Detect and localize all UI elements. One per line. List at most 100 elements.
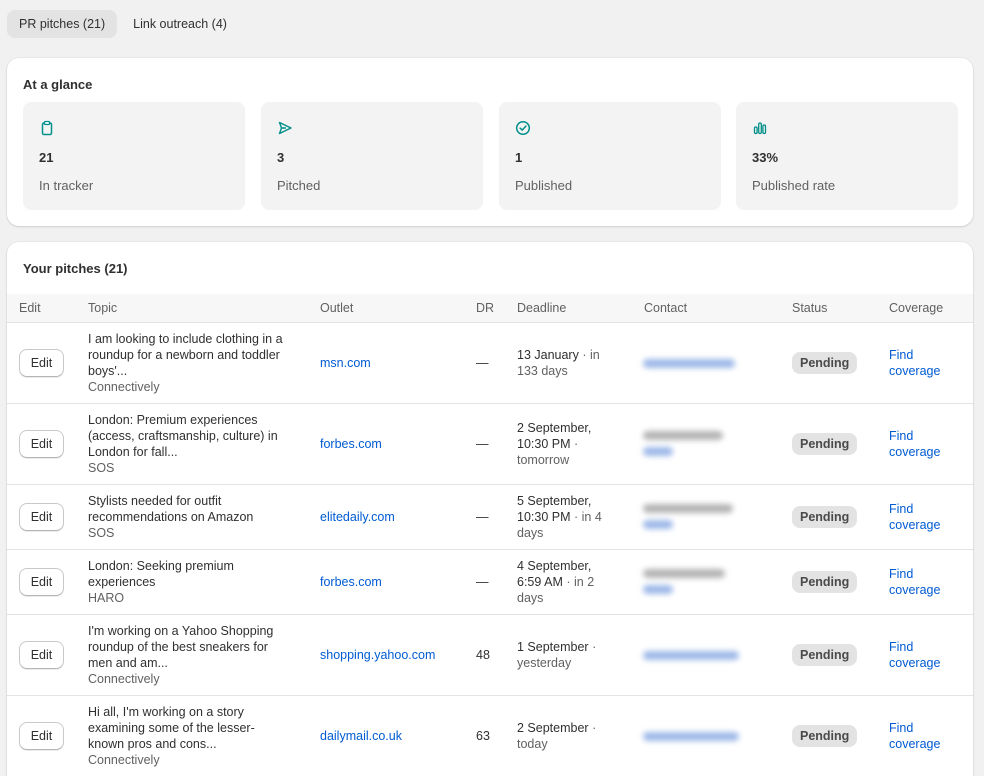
find-coverage-link[interactable]: Find coverage xyxy=(889,720,959,752)
stat-value: 21 xyxy=(39,150,54,165)
stat-in-tracker: 21 In tracker xyxy=(23,102,245,210)
topic-line: roundup of the best sneakers for xyxy=(88,640,268,654)
outlet-link[interactable]: forbes.com xyxy=(320,436,382,452)
column-header-topic: Topic xyxy=(88,301,118,315)
outlet-link[interactable]: forbes.com xyxy=(320,574,382,590)
column-header-dr: DR xyxy=(476,301,495,315)
deadline-cell: 5 September, 10:30 PM · in 4 days xyxy=(517,493,617,541)
topic-source: Connectively xyxy=(88,380,160,394)
dr-value: — xyxy=(476,437,489,451)
card-title: Your pitches (21) xyxy=(23,261,128,276)
contact-redacted xyxy=(643,504,763,536)
stat-value: 1 xyxy=(515,150,523,165)
table-row: Edit I'm working on a Yahoo Shopping rou… xyxy=(7,615,973,696)
stat-pitched: 3 Pitched xyxy=(261,102,483,210)
topic-source: SOS xyxy=(88,526,115,540)
topic-source: Connectively xyxy=(88,672,160,686)
find-coverage-link[interactable]: Find coverage xyxy=(889,501,959,533)
stat-label: In tracker xyxy=(39,178,94,193)
stat-label: Published xyxy=(515,178,573,193)
topic-source: Connectively xyxy=(88,753,160,767)
column-header-outlet: Outlet xyxy=(320,301,354,315)
status-badge: Pending xyxy=(792,725,858,747)
topic-line: roundup for a newborn and toddler xyxy=(88,348,280,362)
topic-line: Stylists needed for outfit xyxy=(88,494,222,508)
stat-value: 3 xyxy=(277,150,285,165)
table-header: Edit Topic Outlet DR Deadline Contact St… xyxy=(7,294,973,323)
dr-value: — xyxy=(476,510,489,524)
outlet-link[interactable]: shopping.yahoo.com xyxy=(320,647,435,663)
topic-line: I am looking to include clothing in a xyxy=(88,332,283,346)
topic-line: I'm working on a Yahoo Shopping xyxy=(88,624,274,638)
topic-cell: London: Seeking premium experiences HARO xyxy=(88,558,298,606)
topic-cell: Hi all, I'm working on a story examining… xyxy=(88,704,298,768)
topic-line: recommendations on Amazon xyxy=(88,510,254,524)
card-title: At a glance xyxy=(23,77,93,92)
column-header-contact: Contact xyxy=(644,301,688,315)
stat-published-rate: 33% Published rate xyxy=(736,102,958,210)
topic-line: men and am... xyxy=(88,656,168,670)
deadline-date: 1 September xyxy=(517,640,589,654)
edit-button[interactable]: Edit xyxy=(19,568,64,596)
edit-button[interactable]: Edit xyxy=(19,503,64,531)
tab-pr-pitches[interactable]: PR pitches (21) xyxy=(7,10,118,38)
tab-link-outreach[interactable]: Link outreach (4) xyxy=(121,10,239,38)
column-header-edit: Edit xyxy=(19,301,41,315)
contact-redacted xyxy=(643,569,763,601)
find-coverage-link[interactable]: Find coverage xyxy=(889,428,959,460)
send-icon xyxy=(278,121,292,135)
status-badge: Pending xyxy=(792,506,858,528)
topic-cell: London: Premium experiences (access, cra… xyxy=(88,412,298,476)
deadline-date: 2 September xyxy=(517,721,589,735)
column-header-status: Status xyxy=(792,301,828,315)
edit-button[interactable]: Edit xyxy=(19,641,64,669)
column-header-coverage: Coverage xyxy=(889,301,944,315)
dr-value: — xyxy=(476,356,489,370)
contact-redacted xyxy=(643,431,763,463)
topic-line: (access, craftsmanship, culture) in xyxy=(88,429,278,443)
stat-value: 33% xyxy=(752,150,779,165)
dr-value: — xyxy=(476,575,489,589)
check-circle-icon xyxy=(515,120,531,136)
outlet-link[interactable]: msn.com xyxy=(320,355,371,371)
column-header-deadline: Deadline xyxy=(517,301,567,315)
topic-line: London: Premium experiences xyxy=(88,413,258,427)
find-coverage-link[interactable]: Find coverage xyxy=(889,347,959,379)
table-row: Edit Stylists needed for outfit recommen… xyxy=(7,485,973,550)
outlet-link[interactable]: dailymail.co.uk xyxy=(320,728,402,744)
your-pitches-card: Your pitches (21) Edit Topic Outlet DR D… xyxy=(7,242,973,776)
status-badge: Pending xyxy=(792,644,858,666)
edit-button[interactable]: Edit xyxy=(19,722,64,750)
table-row: Edit Hi all, I'm working on a story exam… xyxy=(7,696,973,776)
edit-button[interactable]: Edit xyxy=(19,430,64,458)
deadline-date: 2 September, 10:30 PM xyxy=(517,421,592,451)
deadline-cell: 13 January · in 133 days xyxy=(517,347,617,379)
stat-label: Pitched xyxy=(277,178,321,193)
topic-line: known pros and cons... xyxy=(88,737,217,751)
topic-cell: I am looking to include clothing in a ro… xyxy=(88,331,298,395)
contact-redacted xyxy=(643,651,763,667)
topic-line: London for fall... xyxy=(88,445,178,459)
topic-source: HARO xyxy=(88,591,125,605)
stat-published: 1 Published xyxy=(499,102,721,210)
deadline-date: 13 January xyxy=(517,348,579,362)
topic-line: Hi all, I'm working on a story xyxy=(88,705,244,719)
outlet-link[interactable]: elitedaily.com xyxy=(320,509,395,525)
contact-redacted xyxy=(643,732,763,748)
clipboard-icon xyxy=(41,120,53,136)
topic-line: London: Seeking premium xyxy=(88,559,234,573)
topic-line: boys'... xyxy=(88,364,128,378)
find-coverage-link[interactable]: Find coverage xyxy=(889,639,959,671)
find-coverage-link[interactable]: Find coverage xyxy=(889,566,959,598)
deadline-cell: 2 September · today xyxy=(517,720,617,752)
table-row: Edit I am looking to include clothing in… xyxy=(7,323,973,404)
dr-value: 63 xyxy=(476,729,490,743)
status-badge: Pending xyxy=(792,571,858,593)
topic-line: experiences xyxy=(88,575,156,589)
status-badge: Pending xyxy=(792,352,858,374)
edit-button[interactable]: Edit xyxy=(19,349,64,377)
topic-cell: I'm working on a Yahoo Shopping roundup … xyxy=(88,623,298,687)
stat-label: Published rate xyxy=(752,178,836,193)
at-a-glance-card: At a glance 21 In tracker 3 Pitched 1 Pu… xyxy=(7,58,973,226)
dr-value: 48 xyxy=(476,648,490,662)
